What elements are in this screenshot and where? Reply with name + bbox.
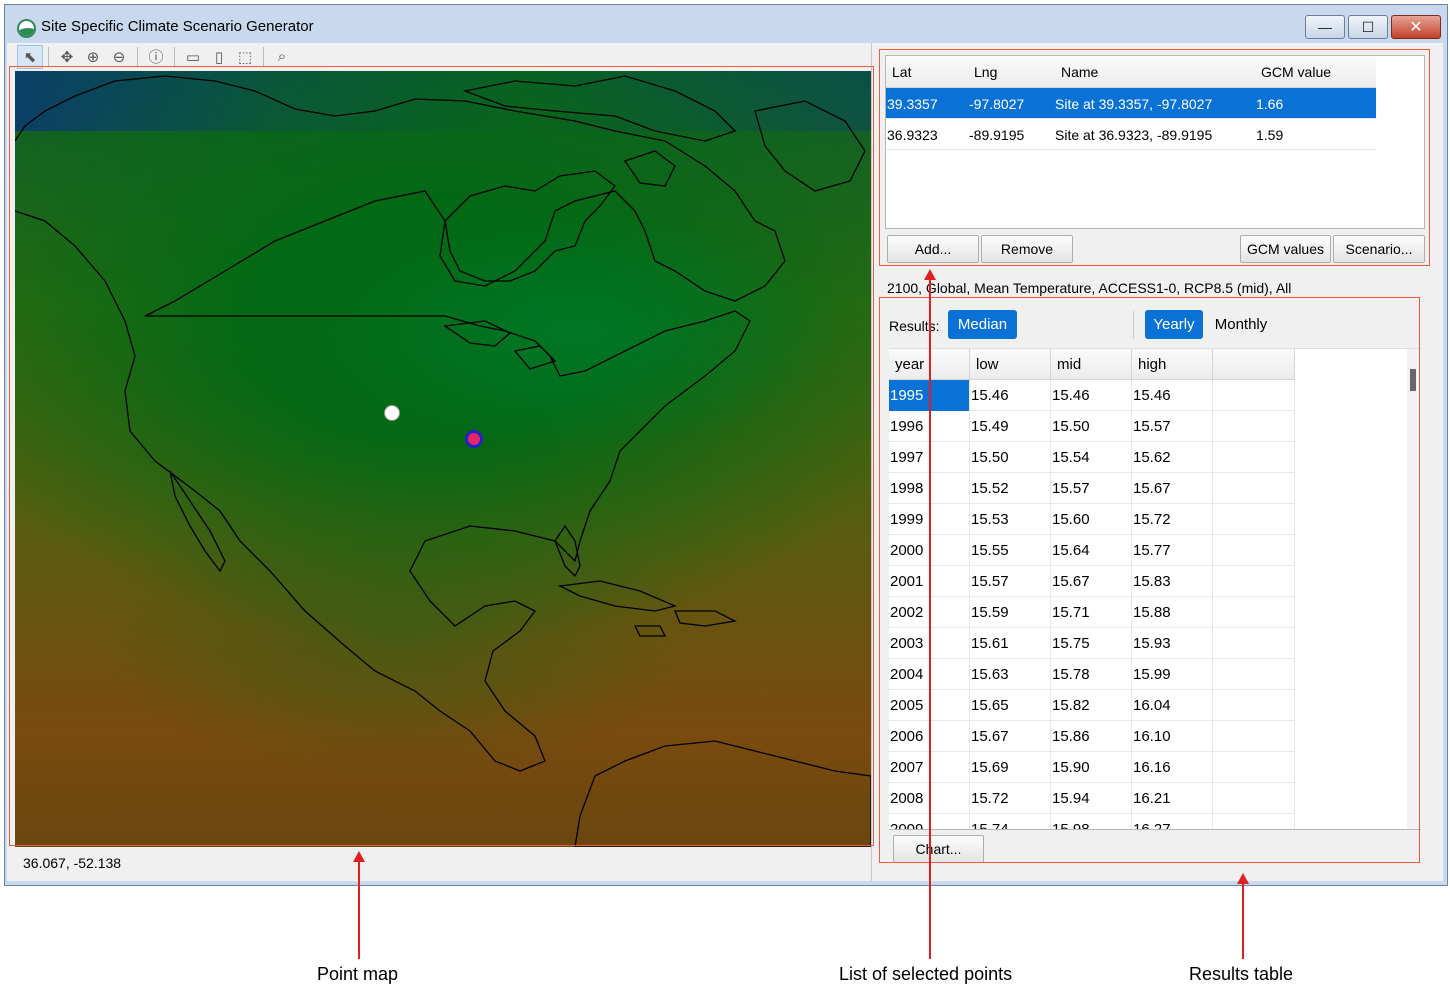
zoom-full-icon[interactable]: ⌕ bbox=[269, 45, 295, 69]
selected-points-caption: List of selected points bbox=[839, 964, 1013, 984]
title-bar[interactable]: Site Specific Climate Scenario Generator… bbox=[5, 5, 1447, 43]
toolbar-separator bbox=[48, 46, 49, 67]
select-rect-icon[interactable]: ⬚ bbox=[232, 45, 258, 69]
toolbar-separator bbox=[263, 46, 264, 67]
point-map-arrow-line bbox=[358, 861, 360, 959]
results-table-caption: Results table bbox=[1189, 964, 1294, 984]
pan-icon[interactable]: ✥ bbox=[54, 45, 80, 69]
identify-icon[interactable]: ⓘ bbox=[143, 45, 169, 69]
toolbar-separator bbox=[137, 46, 138, 67]
scenario-summary: 2100, Global, Mean Temperature, ACCESS1-… bbox=[887, 280, 1292, 296]
close-button[interactable]: ✕ bbox=[1391, 15, 1441, 39]
cursor-coordinates: 36.067, -52.138 bbox=[23, 855, 122, 871]
app-logo-icon bbox=[17, 19, 36, 38]
measure-vertical-icon[interactable]: ▯ bbox=[206, 45, 232, 69]
measure-line-icon[interactable]: ▭ bbox=[180, 45, 206, 69]
maximize-button[interactable]: ☐ bbox=[1348, 15, 1388, 39]
toolbar-separator bbox=[174, 46, 175, 67]
results-table-highlight bbox=[879, 297, 1420, 863]
results-table-arrow-line bbox=[1242, 883, 1244, 959]
selected-points-highlight bbox=[879, 49, 1430, 266]
zoom-in-icon[interactable]: ⊕ bbox=[80, 45, 106, 69]
window-title: Site Specific Climate Scenario Generator bbox=[41, 18, 314, 35]
zoom-out-icon[interactable]: ⊖ bbox=[106, 45, 132, 69]
point-map-highlight bbox=[9, 66, 874, 846]
select-arrow-icon[interactable]: ⬉ bbox=[17, 44, 43, 69]
point-map-caption: Point map bbox=[317, 964, 399, 984]
minimize-button[interactable]: — bbox=[1305, 15, 1345, 39]
selected-points-arrow-line bbox=[929, 279, 931, 959]
